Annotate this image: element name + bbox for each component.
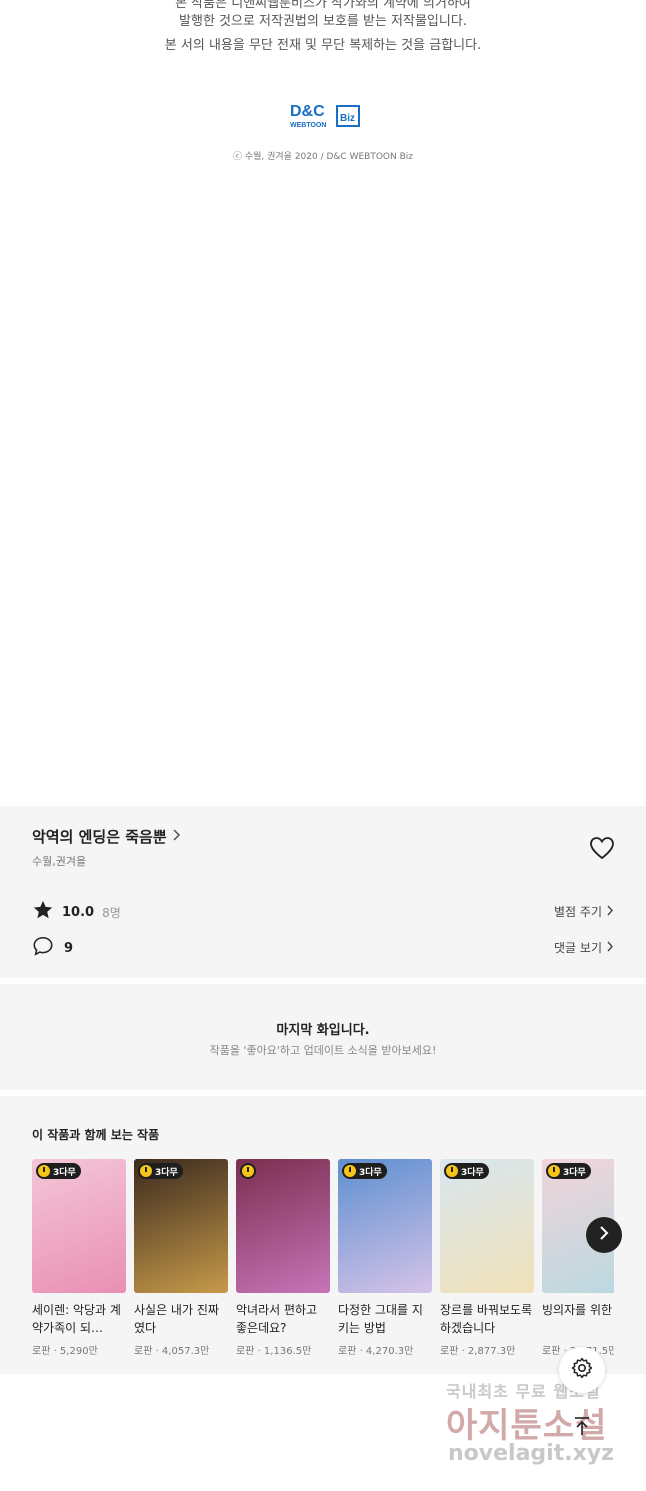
rating-score: 10.0 [62,904,95,920]
work-author: 수월,권겨을 [32,855,87,868]
comment-summary: 9 [32,935,73,961]
card-title: 다정한 그대를 지키는 방법 [338,1303,423,1335]
free-wait-badge: 3다무 [138,1163,183,1179]
chevron-right-icon [606,905,614,919]
card-meta: 로판 · 2,877.3만 [440,1346,516,1357]
clock-icon [548,1165,560,1177]
copyright-notice: 본 작품은 디앤씨웹툰비즈가 작가와의 계약에 의거하여 발행한 것으로 저작권… [0,0,646,60]
free-wait-badge: 3다무 [342,1163,387,1179]
rating-summary: 10.0 8명 [32,899,121,925]
recommend-card[interactable]: 악녀라서 편하고 좋은데요? 로판 · 1,136.5만 [236,1159,330,1357]
clock-icon [38,1165,50,1177]
card-meta: 로판 · 5,290만 [32,1346,98,1357]
arrow-up-icon [571,1415,593,1441]
chevron-right-icon [606,941,614,955]
carousel-next-button[interactable] [586,1217,622,1253]
star-icon [32,899,54,925]
card-meta: 로판 · 1,136.5만 [236,1346,312,1357]
clock-icon [344,1165,356,1177]
chevron-right-icon [598,1225,610,1245]
view-comments-button[interactable]: 댓글 보기 [554,939,614,956]
view-comments-label: 댓글 보기 [554,941,602,955]
settings-button[interactable] [559,1347,605,1393]
recommend-card[interactable]: 3다무 빙의자를 위한 혜 로판 · 2,171.5만 [542,1159,614,1357]
like-heart-icon[interactable] [589,836,615,860]
recommend-list: 3다무 세이렌: 악당과 계약가족이 되… 로판 · 5,290만 3다무 사실… [32,1159,614,1359]
last-episode-subtext: 작품을 '좋아요'하고 업데이트 소식을 받아보세요! [209,1044,437,1057]
svg-text:WEBTOON: WEBTOON [290,122,326,129]
recommend-card[interactable]: 3다무 다정한 그대를 지키는 방법 로판 · 4,270.3만 [338,1159,432,1357]
free-wait-badge: 3다무 [444,1163,489,1179]
card-title: 빙의자를 위한 혜 [542,1303,614,1317]
recommend-card[interactable]: 3다무 사실은 내가 진짜였다 로판 · 4,057.3만 [134,1159,228,1357]
recommend-heading: 이 작품과 함께 보는 작품 [32,1128,160,1142]
last-episode-panel: 마지막 화입니다. 작품을 '좋아요'하고 업데이트 소식을 받아보세요! [0,984,646,1090]
gear-icon [570,1356,594,1384]
rating-count: 8명 [102,905,121,920]
copyright-text: ⓒ 수월, 권겨을 2020 / D&C WEBTOON Biz [232,152,413,162]
publisher-logo: D&C WEBTOON Biz [289,100,361,130]
clock-icon [140,1165,152,1177]
cover-image: 3다무 [338,1159,432,1293]
chevron-right-icon [171,828,181,845]
free-wait-badge: 3다무 [546,1163,591,1179]
cover-image: 3다무 [440,1159,534,1293]
scroll-top-button[interactable] [559,1405,605,1451]
notice-line-2: 발행한 것으로 저작권법의 보호를 받는 저작물입니다. [179,14,467,29]
free-wait-badge: 3다무 [36,1163,81,1179]
rate-label: 별점 주기 [554,905,602,919]
svg-text:D&C: D&C [290,103,325,120]
clock-icon [242,1165,254,1177]
card-title: 사실은 내가 진짜였다 [134,1303,219,1335]
cover-image: 3다무 [32,1159,126,1293]
free-wait-badge [240,1163,256,1179]
card-title: 세이렌: 악당과 계약가족이 되… [32,1303,121,1335]
card-meta: 로판 · 4,270.3만 [338,1346,414,1357]
cover-image: 3다무 [134,1159,228,1293]
work-title: 악역의 엔딩은 죽음뿐 [32,828,167,846]
recommend-card[interactable]: 3다무 장르를 바꿔보도록 하겠습니다 로판 · 2,877.3만 [440,1159,534,1357]
last-episode-message: 마지막 화입니다. [276,1023,370,1038]
cover-image [236,1159,330,1293]
card-title: 악녀라서 편하고 좋은데요? [236,1303,318,1335]
card-title: 장르를 바꿔보도록 하겠습니다 [440,1303,533,1335]
card-meta: 로판 · 4,057.3만 [134,1346,210,1357]
svg-text:Biz: Biz [340,113,355,124]
notice-line-3: 본 서의 내용을 무단 전재 및 무단 복제하는 것을 금합니다. [164,38,482,53]
recommend-card[interactable]: 3다무 세이렌: 악당과 계약가족이 되… 로판 · 5,290만 [32,1159,126,1357]
speech-bubble-icon [32,935,54,961]
rate-button[interactable]: 별점 주기 [554,903,614,920]
work-title-link[interactable]: 악역의 엔딩은 죽음뿐 [32,826,181,847]
clock-icon [446,1165,458,1177]
comment-count: 9 [64,940,74,956]
